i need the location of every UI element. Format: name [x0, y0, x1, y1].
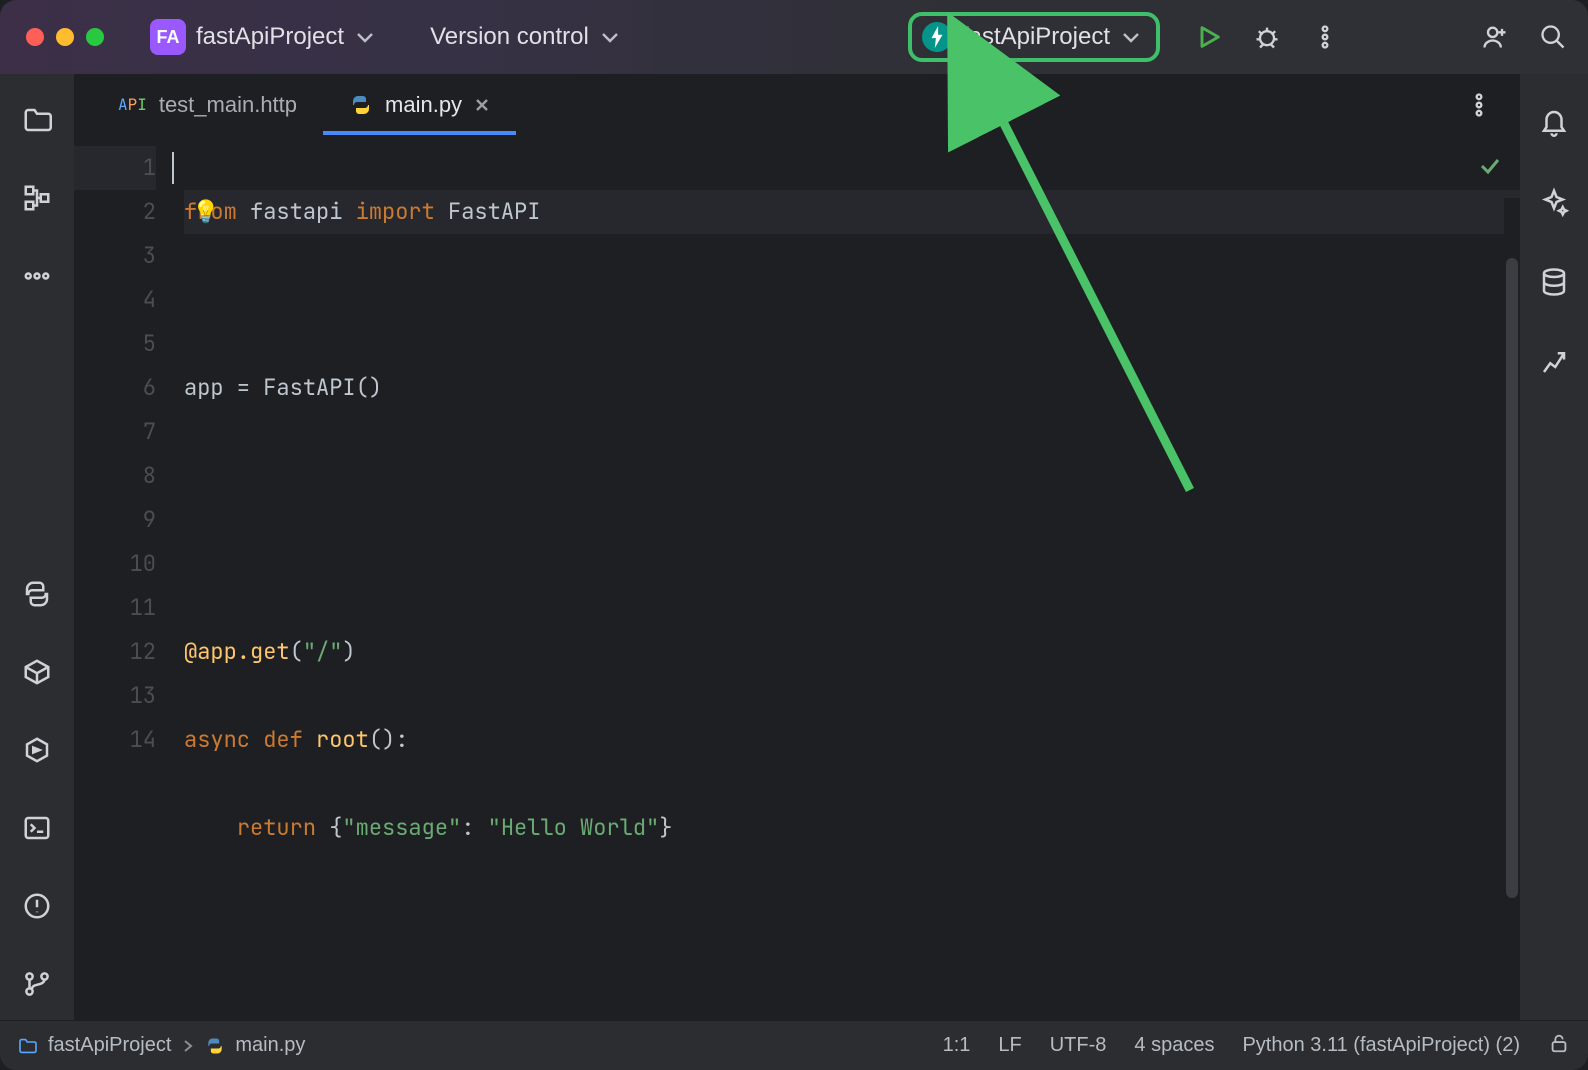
endpoints-button[interactable] — [1532, 340, 1576, 384]
sparkle-icon — [1539, 187, 1569, 217]
git-branch-icon — [22, 969, 52, 999]
tab-main-py[interactable]: main.py — [323, 74, 516, 135]
chevron-down-icon — [599, 26, 621, 48]
tab-test-main-http[interactable]: API test_main.http — [92, 74, 323, 135]
folder-icon — [22, 105, 52, 135]
more-tools-button[interactable] — [15, 254, 59, 298]
ai-assistant-button[interactable] — [1532, 180, 1576, 224]
http-api-icon: API — [118, 94, 147, 115]
structure-icon — [22, 183, 52, 213]
folder-icon — [18, 1038, 38, 1054]
fastapi-icon — [922, 22, 952, 52]
code-with-me-button[interactable] — [1472, 14, 1518, 60]
bell-icon — [1539, 107, 1569, 137]
code-editor[interactable]: 1234567891011121314 from fastapi import … — [74, 136, 1520, 1020]
python-console-button[interactable] — [15, 572, 59, 616]
titlebar: FA fastApiProject Version control fastAp… — [0, 0, 1588, 74]
database-button[interactable] — [1532, 260, 1576, 304]
more-actions-button[interactable] — [1302, 14, 1348, 60]
breadcrumb-project: fastApiProject — [48, 1034, 171, 1057]
inspection-ok-icon[interactable] — [1478, 154, 1502, 178]
database-icon — [1539, 267, 1569, 297]
editor-tabs: API test_main.http main.py — [74, 74, 1520, 136]
run-config-selector[interactable]: fastApiProject — [908, 12, 1160, 62]
project-name-label: fastApiProject — [196, 23, 344, 51]
problems-button[interactable] — [15, 884, 59, 928]
tab-label: test_main.http — [159, 92, 297, 118]
problems-icon — [22, 891, 52, 921]
tab-more-button[interactable] — [1456, 82, 1502, 128]
structure-tool-button[interactable] — [15, 176, 59, 220]
minimize-window-button[interactable] — [56, 28, 74, 46]
services-icon — [22, 735, 52, 765]
intention-bulb-icon[interactable]: 💡 — [192, 190, 219, 234]
version-control-button[interactable] — [15, 962, 59, 1006]
packages-icon — [22, 657, 52, 687]
chart-icon — [1539, 347, 1569, 377]
gutter[interactable]: 1234567891011121314 — [74, 136, 172, 1020]
services-button[interactable] — [15, 728, 59, 772]
terminal-icon — [22, 813, 52, 843]
caret — [172, 152, 174, 184]
version-control-label: Version control — [430, 23, 589, 51]
project-selector[interactable]: FA fastApiProject — [142, 15, 384, 59]
project-tool-button[interactable] — [15, 98, 59, 142]
ide-lock-button[interactable] — [1548, 1032, 1570, 1060]
python-file-icon — [349, 93, 373, 117]
notifications-button[interactable] — [1532, 100, 1576, 144]
chevron-down-icon — [1120, 26, 1142, 48]
python-packages-button[interactable] — [15, 650, 59, 694]
editor-area: API test_main.http main.py — [74, 74, 1520, 1020]
run-config-label: fastApiProject — [962, 23, 1110, 51]
terminal-button[interactable] — [15, 806, 59, 850]
search-everywhere-button[interactable] — [1530, 14, 1576, 60]
code-content[interactable]: from fastapi import FastAPI app = FastAP… — [172, 136, 1520, 1020]
scrollbar-thumb[interactable] — [1506, 258, 1518, 898]
zoom-window-button[interactable] — [86, 28, 104, 46]
right-toolbar — [1520, 74, 1588, 1020]
python-icon — [22, 579, 52, 609]
ellipsis-icon — [22, 261, 52, 291]
window-controls — [26, 28, 104, 46]
project-badge-icon: FA — [150, 19, 186, 55]
left-toolbar — [0, 74, 74, 1020]
chevron-down-icon — [354, 26, 376, 48]
run-button[interactable] — [1186, 14, 1232, 60]
close-window-button[interactable] — [26, 28, 44, 46]
close-tab-button[interactable] — [474, 97, 490, 113]
editor-scrollbar[interactable] — [1504, 198, 1520, 1020]
version-control-menu[interactable]: Version control — [422, 19, 629, 55]
debug-button[interactable] — [1244, 14, 1290, 60]
tab-label: main.py — [385, 92, 462, 118]
